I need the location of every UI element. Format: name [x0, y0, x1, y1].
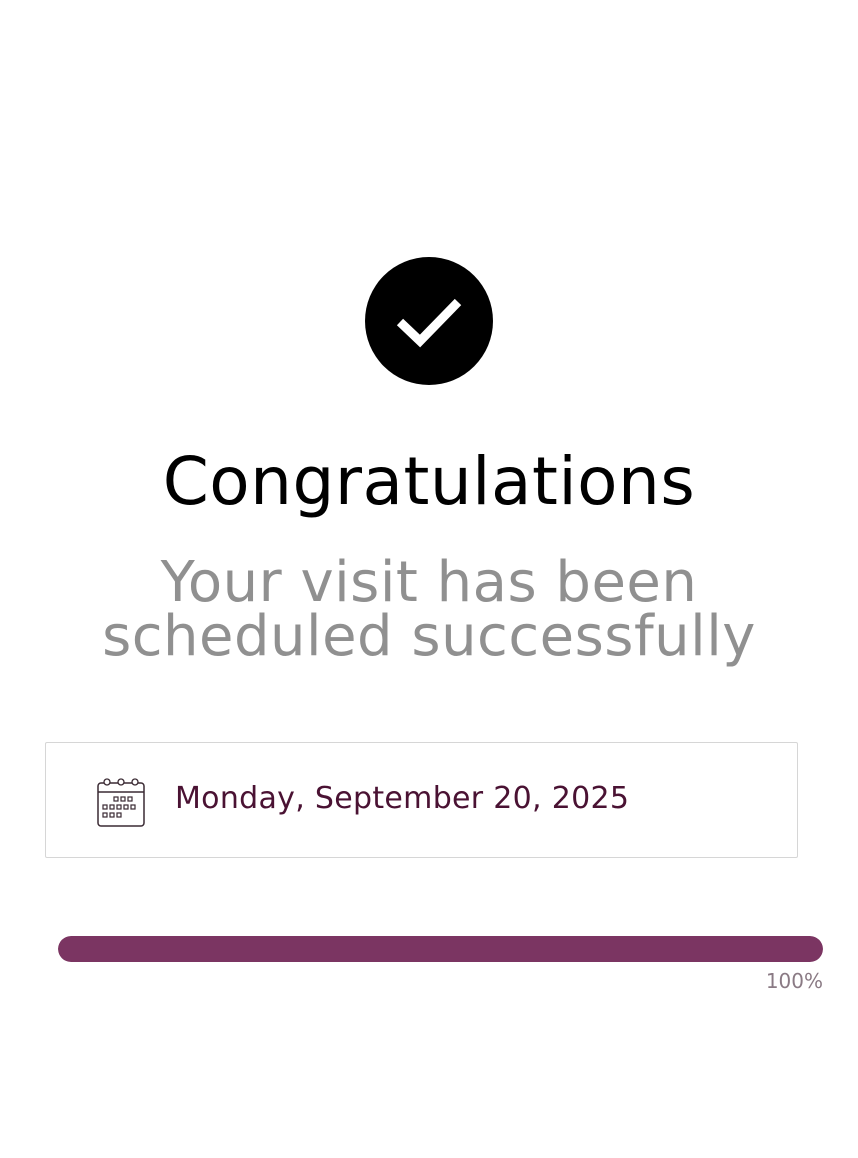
confirmation-title: Congratulations [162, 443, 696, 520]
appointment-date-card: Monday, September 20, 2025 [45, 742, 798, 858]
confirmation-subtitle: Your visit has been scheduled successful… [0, 550, 858, 669]
subtitle-line-2: scheduled successfully [102, 604, 756, 669]
progress-percent-label: 100% [765, 969, 823, 993]
progress-bar [58, 936, 823, 962]
calendar-icon [97, 778, 145, 827]
progress-bar-fill [58, 936, 823, 962]
appointment-date: Monday, September 20, 2025 [175, 781, 630, 816]
subtitle-line-1: Your visit has been [160, 550, 698, 615]
checkmark-icon [396, 298, 462, 348]
success-check-circle [365, 257, 493, 385]
